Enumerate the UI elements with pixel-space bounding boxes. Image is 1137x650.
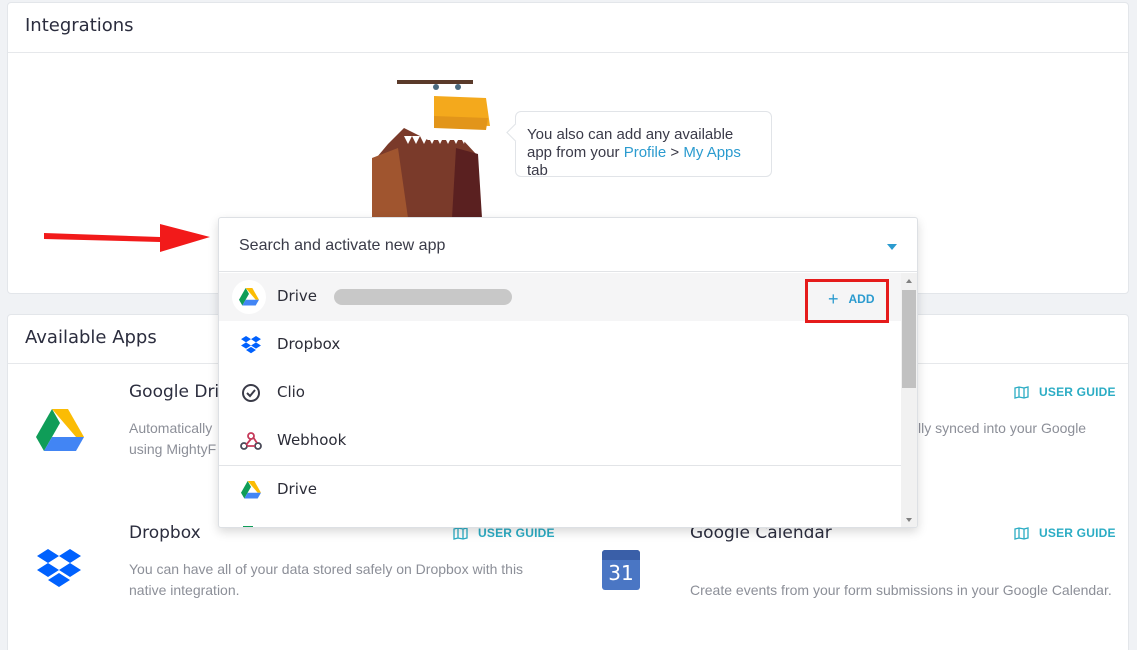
- dropdown-scrollbar[interactable]: [901, 273, 917, 527]
- google-drive-icon: [235, 283, 263, 311]
- app-desc-dropbox-2: native integration.: [129, 582, 240, 598]
- add-button-label: ADD: [848, 292, 875, 306]
- google-drive-icon: [36, 409, 84, 451]
- map-icon: [1014, 526, 1029, 540]
- plus-icon: +: [828, 289, 839, 309]
- bubble-text-end: tab: [527, 162, 548, 179]
- option-label: Clio: [277, 383, 305, 401]
- calendar-day: 31: [608, 561, 634, 585]
- dropbox-icon: [37, 549, 81, 587]
- option-clio[interactable]: Clio: [219, 369, 901, 417]
- add-button-highlight: + ADD: [805, 279, 889, 323]
- google-calendar-icon: 31: [602, 550, 640, 590]
- map-icon: [453, 526, 468, 540]
- my-apps-link[interactable]: My Apps: [683, 144, 741, 161]
- google-drive-icon: [239, 478, 263, 502]
- map-icon: [1014, 385, 1029, 399]
- user-guide-label: USER GUIDE: [1039, 526, 1116, 540]
- clio-icon: [239, 381, 263, 405]
- app-search-placeholder: Search and activate new app: [239, 237, 446, 254]
- app-desc-dropbox-1: You can have all of your data stored saf…: [129, 561, 524, 577]
- app-name-dropbox: Dropbox: [129, 523, 201, 543]
- option-dropbox[interactable]: Dropbox: [219, 321, 901, 369]
- option-drive-2[interactable]: Drive: [219, 466, 901, 514]
- option-drive[interactable]: Drive + ADD: [219, 273, 901, 323]
- scroll-thumb[interactable]: [902, 290, 916, 388]
- user-guide-link-dropbox[interactable]: USER GUIDE: [453, 526, 555, 540]
- caret-down-icon[interactable]: [887, 244, 897, 250]
- option-webhook[interactable]: Webhook: [219, 417, 901, 465]
- redacted-account-bar: [334, 289, 512, 305]
- annotation-arrow-icon: [44, 224, 210, 252]
- user-guide-label: USER GUIDE: [478, 526, 555, 540]
- option-label: Webhook: [277, 431, 347, 449]
- app-desc-google-drive-1: Automatically: [129, 420, 213, 436]
- scroll-down-icon[interactable]: [906, 518, 912, 522]
- app-desc-right-top: lly synced into your Google: [918, 420, 1087, 436]
- scroll-up-icon[interactable]: [906, 279, 912, 283]
- integrations-title: Integrations: [25, 15, 134, 36]
- option-label: Drive: [277, 287, 317, 305]
- add-button[interactable]: + ADD: [828, 289, 875, 309]
- info-bubble: You also can add any available app from …: [515, 111, 772, 179]
- available-apps-title: Available Apps: [25, 327, 157, 348]
- app-desc-google-drive-2: using MightyF: [129, 441, 217, 457]
- user-guide-label: USER GUIDE: [1039, 385, 1116, 399]
- option-label: Dropbox: [277, 335, 341, 353]
- user-guide-link-calendar[interactable]: USER GUIDE: [1014, 526, 1116, 540]
- option-label: Drive: [277, 480, 317, 498]
- app-search-select[interactable]: Search and activate new app: [219, 218, 917, 272]
- user-guide-link[interactable]: USER GUIDE: [1014, 385, 1116, 399]
- eagle-mascot-icon: [372, 80, 490, 218]
- dropbox-icon: [239, 333, 263, 357]
- partial-option-icon: [243, 526, 253, 527]
- app-desc-google-calendar: Create events from your form submissions…: [690, 582, 1112, 598]
- webhook-icon: [239, 429, 263, 453]
- bubble-separator: >: [666, 144, 684, 161]
- app-search-dropdown[interactable]: Search and activate new app Drive + ADD …: [218, 217, 918, 528]
- profile-link[interactable]: Profile: [624, 144, 667, 161]
- integrations-divider: [8, 52, 1128, 53]
